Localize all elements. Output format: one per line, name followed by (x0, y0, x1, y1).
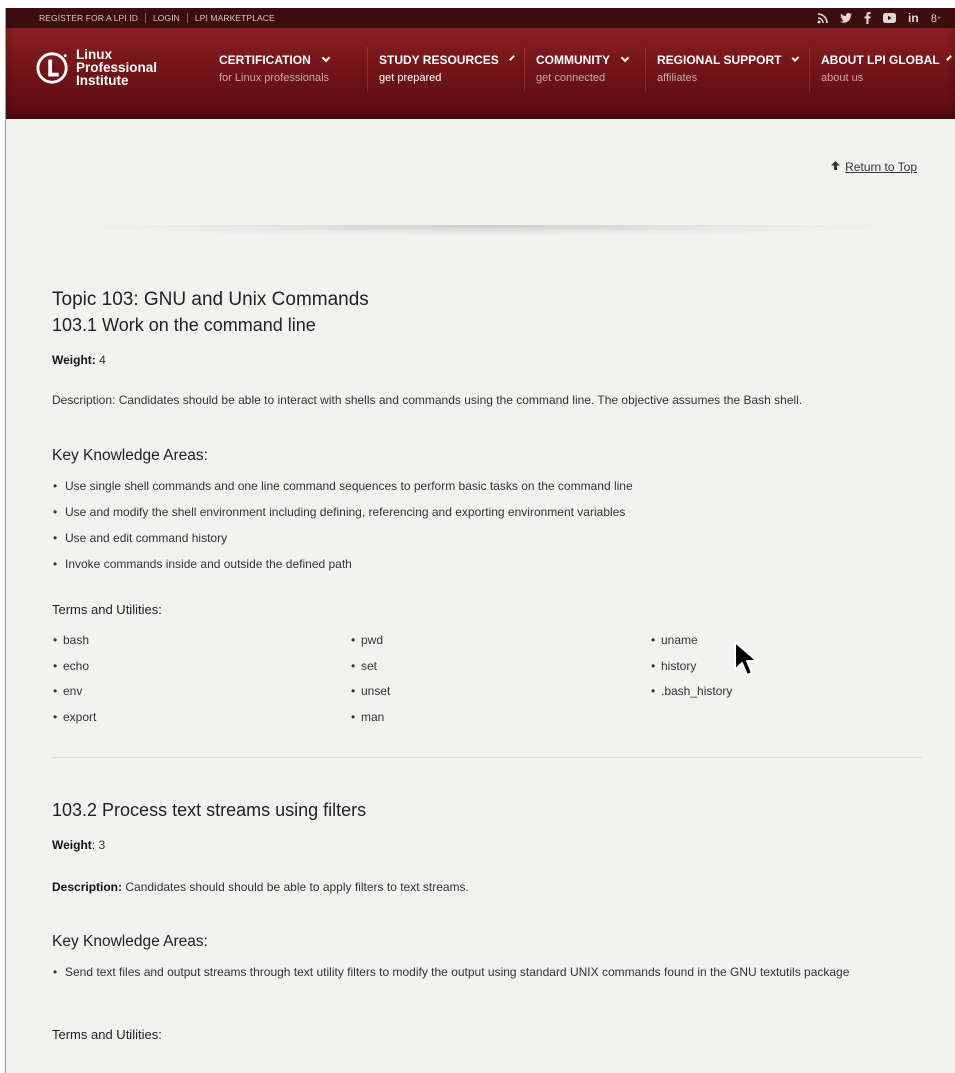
return-to-top-link[interactable]: Return to Top (831, 160, 917, 174)
return-to-top-label: Return to Top (845, 160, 917, 174)
objective-description: Description: Candidates should should be… (52, 879, 922, 896)
register-link[interactable]: REGISTER FOR A LPI ID (39, 13, 138, 23)
browser-viewport: REGISTER FOR A LPI ID LOGIN LPI MARKETPL… (5, 8, 955, 1073)
nav-subtitle: for Linux professionals (219, 72, 330, 84)
weight-value: 4 (95, 353, 106, 367)
objective-103-1: 103.1 Work on the command line (52, 315, 922, 336)
horizontal-divider (52, 757, 922, 758)
term-item: history (650, 658, 920, 684)
list-item: Use and edit command history (52, 530, 922, 547)
terms-heading-row: Terms and Utilities: (52, 602, 922, 617)
nav-title: ABOUT LPI GLOBAL (821, 53, 940, 67)
googleplus-icon[interactable]: 8 + (931, 11, 941, 25)
topic-section: Topic 103: GNU and Unix Commands (52, 289, 922, 311)
kka-heading-row: Key Knowledge Areas: (52, 933, 922, 951)
nav-subtitle: get prepared (379, 72, 442, 84)
kka-list: Send text files and output streams throu… (52, 964, 922, 981)
lpi-logo[interactable]: Linux Professional Institute (36, 48, 157, 87)
terms-grid: bash echo env export pwd set unset man u… (52, 632, 922, 735)
nav-community[interactable]: COMMUNITY get connected (525, 47, 646, 92)
marketplace-link[interactable]: LPI MARKETPLACE (195, 13, 275, 23)
objective-title: 103.2 Process text streams using filters (52, 800, 367, 820)
list-item: Use and modify the shell environment inc… (52, 504, 922, 521)
rss-icon[interactable] (817, 12, 828, 24)
terms-heading: Terms and Utilities: (52, 602, 162, 617)
weight-label: Weight: (52, 353, 96, 367)
term-item: export (52, 709, 350, 735)
term-item: env (52, 683, 350, 709)
nav-about-lpi[interactable]: ABOUT LPI GLOBAL about us (810, 47, 955, 92)
logo-wordmark: Linux Professional Institute (76, 48, 157, 88)
term-item: unset (350, 683, 650, 709)
weight-label: Weight (52, 838, 92, 852)
nav-regional-support[interactable]: REGIONAL SUPPORT affiliates (646, 47, 810, 92)
weight-row: Weight: 3 (52, 838, 922, 852)
objective-description: Description: Candidates should be able t… (52, 393, 803, 407)
mouse-cursor-icon (734, 641, 758, 676)
weight-row: Weight: 4 (52, 353, 922, 367)
main-nav: CERTIFICATION for Linux professionals ST… (208, 47, 955, 92)
chevron-down-icon (509, 55, 515, 61)
lpi-logo-icon (36, 51, 68, 84)
divider (144, 13, 146, 23)
social-links: in 8 + (817, 11, 955, 25)
kka-bullets: Send text files and output streams throu… (52, 964, 922, 981)
list-item: Send text files and output streams throu… (52, 964, 922, 981)
term-item: uname (650, 632, 920, 658)
description-row: Description: Candidates should should be… (52, 879, 922, 896)
term-item: man (350, 709, 650, 735)
site-header: Linux Professional Institute CERTIFICATI… (6, 28, 955, 119)
objective-title: 103.1 Work on the command line (52, 315, 316, 335)
terms-heading: Terms and Utilities: (52, 1027, 162, 1042)
weight-value: : 3 (91, 838, 106, 852)
nav-title: CERTIFICATION (219, 53, 311, 67)
term-item: .bash_history (650, 683, 920, 709)
nav-subtitle: about us (821, 72, 864, 84)
arrow-up-icon (831, 161, 841, 173)
terms-column-1: bash echo env export (52, 632, 350, 735)
chevron-down-icon (620, 53, 630, 63)
terms-column-2: pwd set unset man (350, 632, 650, 735)
terms-list: bash echo env export pwd set unset man u… (52, 632, 922, 735)
description-text: Candidates should should be able to appl… (122, 880, 469, 894)
chevron-down-icon (321, 53, 331, 63)
objective-weight: Weight: 4 (52, 353, 922, 367)
facebook-icon[interactable] (864, 12, 871, 24)
term-item: set (350, 658, 650, 684)
kka-list: Use single shell commands and one line c… (52, 478, 922, 573)
chevron-down-icon (945, 55, 952, 61)
description-row: Description: Candidates should be able t… (52, 392, 922, 409)
nav-subtitle: get connected (536, 72, 606, 84)
terms-column-3: uname history .bash_history (650, 632, 920, 735)
youtube-icon[interactable] (882, 12, 896, 24)
kka-heading: Key Knowledge Areas: (52, 447, 208, 464)
list-item: Invoke commands inside and outside the d… (52, 556, 922, 573)
twitter-icon[interactable] (839, 12, 852, 24)
nav-subtitle: affiliates (657, 72, 698, 84)
kka-bullets: Use single shell commands and one line c… (52, 478, 922, 573)
divider (186, 13, 188, 23)
terms-heading-row: Terms and Utilities: (52, 1027, 922, 1042)
nav-study-resources[interactable]: STUDY RESOURCES get prepared (368, 47, 525, 92)
kka-heading-row: Key Knowledge Areas: (52, 447, 922, 465)
section-divider (51, 225, 921, 237)
objective-103-2: 103.2 Process text streams using filters (52, 800, 922, 821)
description-label: Description: (52, 880, 123, 894)
list-item: Use single shell commands and one line c… (52, 478, 922, 495)
top-utility-bar: REGISTER FOR A LPI ID LOGIN LPI MARKETPL… (6, 8, 955, 28)
nav-title: STUDY RESOURCES (379, 53, 499, 67)
objective-weight: Weight: 3 (52, 838, 922, 852)
nav-title: REGIONAL SUPPORT (657, 53, 782, 67)
logo-line-3: Institute (76, 73, 129, 88)
term-item: bash (52, 632, 350, 658)
kka-heading: Key Knowledge Areas: (52, 933, 208, 950)
nav-title: COMMUNITY (536, 53, 610, 67)
term-item: pwd (350, 632, 650, 658)
linkedin-icon[interactable]: in (908, 11, 919, 25)
nav-certification[interactable]: CERTIFICATION for Linux professionals (208, 47, 368, 92)
chevron-down-icon (792, 54, 800, 62)
login-link[interactable]: LOGIN (153, 13, 180, 23)
topic-title: Topic 103: GNU and Unix Commands (52, 289, 369, 310)
term-item: echo (52, 658, 350, 684)
